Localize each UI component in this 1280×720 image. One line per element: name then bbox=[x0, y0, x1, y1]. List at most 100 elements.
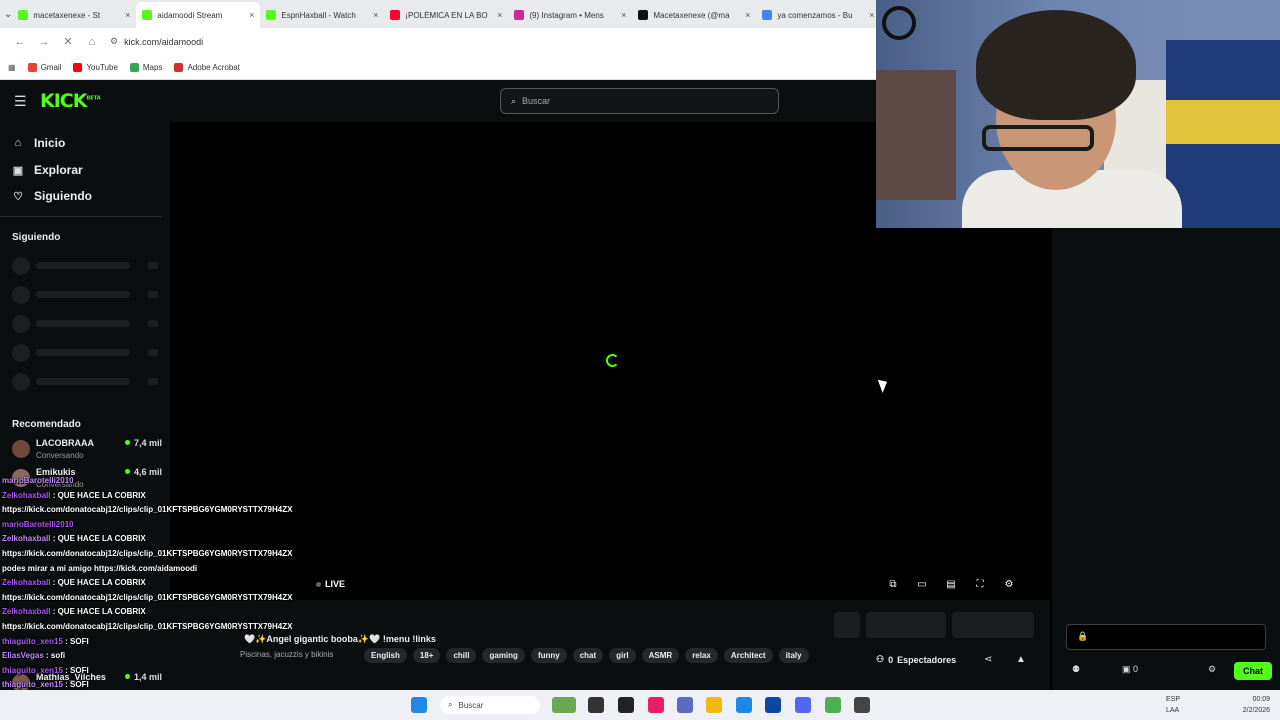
tab-favicon-icon bbox=[142, 10, 153, 20]
avatar bbox=[12, 469, 30, 487]
tab-close-icon[interactable]: × bbox=[869, 10, 874, 20]
stream-tag[interactable]: chat bbox=[572, 648, 604, 663]
forward-icon[interactable]: → bbox=[32, 36, 56, 48]
capcut-icon[interactable] bbox=[618, 697, 634, 713]
widgets-icon[interactable] bbox=[552, 697, 576, 713]
tab-close-icon[interactable]: × bbox=[373, 10, 378, 20]
language-indicator[interactable]: ESP LAA bbox=[1166, 694, 1180, 716]
browser-tab[interactable]: aidamoodi Stream × bbox=[136, 2, 261, 28]
apps-icon[interactable]: ▦ bbox=[8, 63, 16, 72]
chrome-icon[interactable] bbox=[825, 697, 841, 713]
sidebar-item-inicio[interactable]: ⌂ Inicio bbox=[12, 136, 66, 150]
recommended-channel[interactable]: LACOBRAAA Conversando 7,4 mil bbox=[12, 438, 162, 464]
stream-tag[interactable]: 18+ bbox=[412, 648, 441, 663]
back-icon[interactable]: ← bbox=[8, 36, 32, 48]
taskbar-search[interactable]: ⌕ Buscar bbox=[440, 696, 540, 714]
following-skeleton bbox=[12, 344, 162, 362]
bookmark-favicon-icon bbox=[174, 62, 184, 72]
stream-tag[interactable]: Architect bbox=[723, 648, 773, 663]
browser-tab[interactable]: (9) Instagram • Mens × bbox=[508, 2, 632, 28]
chat-actions: ⚉ ▣ 0 ⚙ Chat bbox=[1072, 662, 1272, 680]
theater-icon[interactable]: ▭ bbox=[915, 579, 929, 591]
tab-close-icon[interactable]: × bbox=[497, 10, 502, 20]
tab-favicon-icon bbox=[266, 10, 277, 20]
obs-icon[interactable] bbox=[854, 697, 870, 713]
reload-icon[interactable]: ✕ bbox=[56, 35, 80, 48]
stream-info: 🤍✨Angel gigantic booba✨🤍 !menu !links Pi… bbox=[170, 600, 1050, 690]
avatar bbox=[12, 440, 30, 458]
tab-title: ya comenzamos - Bu bbox=[777, 10, 853, 20]
browser-tab[interactable]: ya comenzamos - Bu × bbox=[756, 2, 880, 28]
stream-tag[interactable]: funny bbox=[530, 648, 567, 663]
sidebar-item-siguiendo[interactable]: ♡ Siguiendo bbox=[12, 189, 92, 203]
browser-tab[interactable]: EspnHaxball - Watch × bbox=[260, 2, 384, 28]
home-icon[interactable]: ⌂ bbox=[80, 36, 104, 48]
tab-close-icon[interactable]: × bbox=[745, 10, 750, 20]
sidebar-item-label: Explorar bbox=[34, 163, 83, 177]
stream-tag[interactable]: English bbox=[364, 648, 407, 663]
fullscreen-icon[interactable]: ⛶ bbox=[973, 579, 987, 591]
bookmark-item[interactable]: Gmail bbox=[27, 62, 62, 72]
stream-tag[interactable]: gaming bbox=[482, 648, 525, 663]
browser-tab[interactable]: ¡POLÉMICA EN LA BO × bbox=[384, 2, 508, 28]
subscribe-button[interactable] bbox=[952, 612, 1034, 638]
store-icon[interactable] bbox=[765, 697, 781, 713]
follow-button[interactable] bbox=[866, 612, 946, 638]
following-heading: Siguiendo bbox=[12, 232, 61, 243]
search-input[interactable]: ⌕ Buscar bbox=[500, 88, 779, 114]
chat-send-button[interactable]: Chat bbox=[1234, 662, 1272, 680]
url-field[interactable]: ⚙ kick.com/aidamoodi bbox=[110, 36, 203, 47]
sidebar-item-explorar[interactable]: ▣ Explorar bbox=[12, 163, 83, 177]
chat-settings-icon[interactable]: ⚙ bbox=[1208, 664, 1216, 675]
teams-icon[interactable] bbox=[677, 697, 693, 713]
stream-tag[interactable]: ASMR bbox=[641, 648, 680, 663]
tab-title: macetaxenexe - St bbox=[33, 10, 101, 20]
tab-close-icon[interactable]: × bbox=[249, 10, 254, 20]
stream-tag[interactable]: chill bbox=[446, 648, 477, 663]
bookmark-item[interactable]: YouTube bbox=[73, 62, 118, 72]
share-icon[interactable]: ⋖ bbox=[984, 654, 992, 665]
tab-favicon-icon bbox=[762, 10, 773, 20]
tab-favicon-icon bbox=[514, 10, 525, 20]
stream-tag[interactable]: relax bbox=[685, 648, 718, 663]
browser-tab[interactable]: Macetaxenexe (@ma × bbox=[632, 2, 756, 28]
discord-icon[interactable] bbox=[795, 697, 811, 713]
kick-logo[interactable]: KICKBETA bbox=[40, 90, 101, 112]
menu-icon[interactable]: ☰ bbox=[14, 93, 27, 110]
stream-tag[interactable]: italy bbox=[778, 648, 809, 663]
site-info-icon[interactable]: ⚙ bbox=[110, 36, 118, 47]
tab-title: aidamoodi Stream bbox=[157, 10, 223, 20]
tab-close-icon[interactable]: × bbox=[621, 10, 626, 20]
tab-title: ¡POLÉMICA EN LA BO bbox=[405, 10, 488, 20]
tab-search-icon[interactable]: ⌄ bbox=[4, 0, 12, 28]
bookmark-item[interactable]: Adobe Acrobat bbox=[174, 62, 240, 72]
stream-tag[interactable]: girl bbox=[609, 648, 636, 663]
settings-gear-icon[interactable]: ⚙ bbox=[1002, 579, 1016, 591]
chat-input[interactable]: 🔒 bbox=[1066, 624, 1266, 650]
bookmark-label: Gmail bbox=[40, 62, 62, 72]
recommended-channel[interactable]: Emikukis Conversando 4,6 mil bbox=[12, 467, 162, 493]
following-skeleton bbox=[12, 315, 162, 333]
tab-close-icon[interactable]: × bbox=[125, 10, 130, 20]
tab-title: EspnHaxball - Watch bbox=[281, 10, 356, 20]
search-placeholder: Buscar bbox=[522, 96, 551, 106]
clock[interactable]: 00:09 2/2/2026 bbox=[1243, 694, 1270, 716]
viewer-count: 4,6 mil bbox=[125, 467, 162, 477]
edge-icon[interactable] bbox=[736, 697, 752, 713]
file-explorer-icon[interactable] bbox=[706, 697, 722, 713]
notification-button[interactable] bbox=[834, 612, 860, 638]
clip-icon[interactable]: ⧉ bbox=[886, 579, 900, 591]
browser-tab[interactable]: macetaxenexe - St × bbox=[12, 2, 136, 28]
search-icon: ⌕ bbox=[448, 700, 453, 709]
task-view-icon[interactable] bbox=[588, 697, 604, 713]
report-icon[interactable]: ▲ bbox=[1016, 654, 1026, 665]
stream-category[interactable]: Piscinas, jacuzzis y bikinis bbox=[240, 650, 333, 659]
windows-start-icon[interactable] bbox=[411, 697, 427, 713]
app-icon[interactable] bbox=[648, 697, 664, 713]
loading-spinner-icon bbox=[606, 354, 619, 367]
emote-icon[interactable]: ⚉ bbox=[1072, 664, 1080, 675]
points-icon[interactable]: ▣ 0 bbox=[1122, 664, 1138, 675]
bookmark-item[interactable]: Maps bbox=[129, 62, 162, 72]
miniplayer-icon[interactable]: ▤ bbox=[944, 579, 958, 591]
viewer-count: ⚇ 0 Espectadores bbox=[876, 654, 956, 665]
